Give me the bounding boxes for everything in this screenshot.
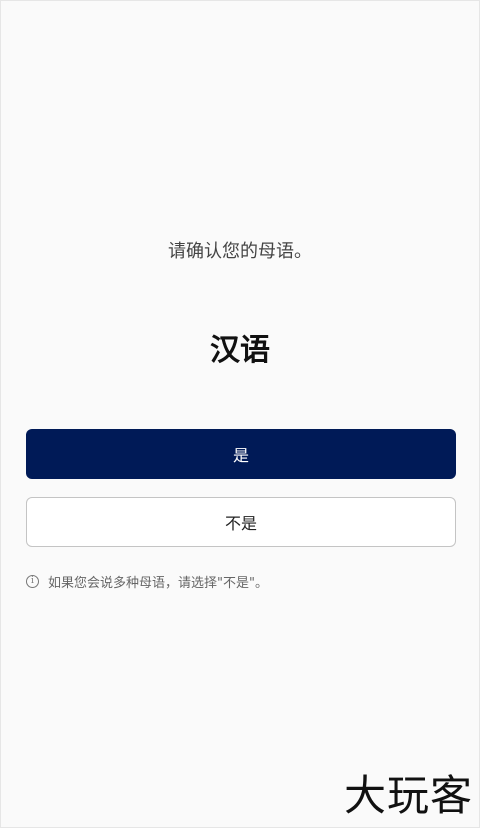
hint-text: 如果您会说多种母语，请选择"不是"。 xyxy=(48,576,268,591)
screen: 请确认您的母语。 汉语 是 不是 i 如果您会说多种母语，请选择"不是"。 大玩… xyxy=(0,0,480,828)
no-button[interactable]: 不是 xyxy=(26,497,456,547)
confirm-prompt: 请确认您的母语。 xyxy=(168,241,312,262)
yes-button-label: 是 xyxy=(232,446,249,465)
no-button-label: 不是 xyxy=(224,514,257,533)
multi-language-hint: i 如果您会说多种母语，请选择"不是"。 xyxy=(26,572,268,591)
yes-button[interactable]: 是 xyxy=(26,429,456,479)
info-icon: i xyxy=(26,575,39,588)
native-language-label: 汉语 xyxy=(210,333,270,368)
watermark-logo: 大玩客 xyxy=(343,771,473,820)
